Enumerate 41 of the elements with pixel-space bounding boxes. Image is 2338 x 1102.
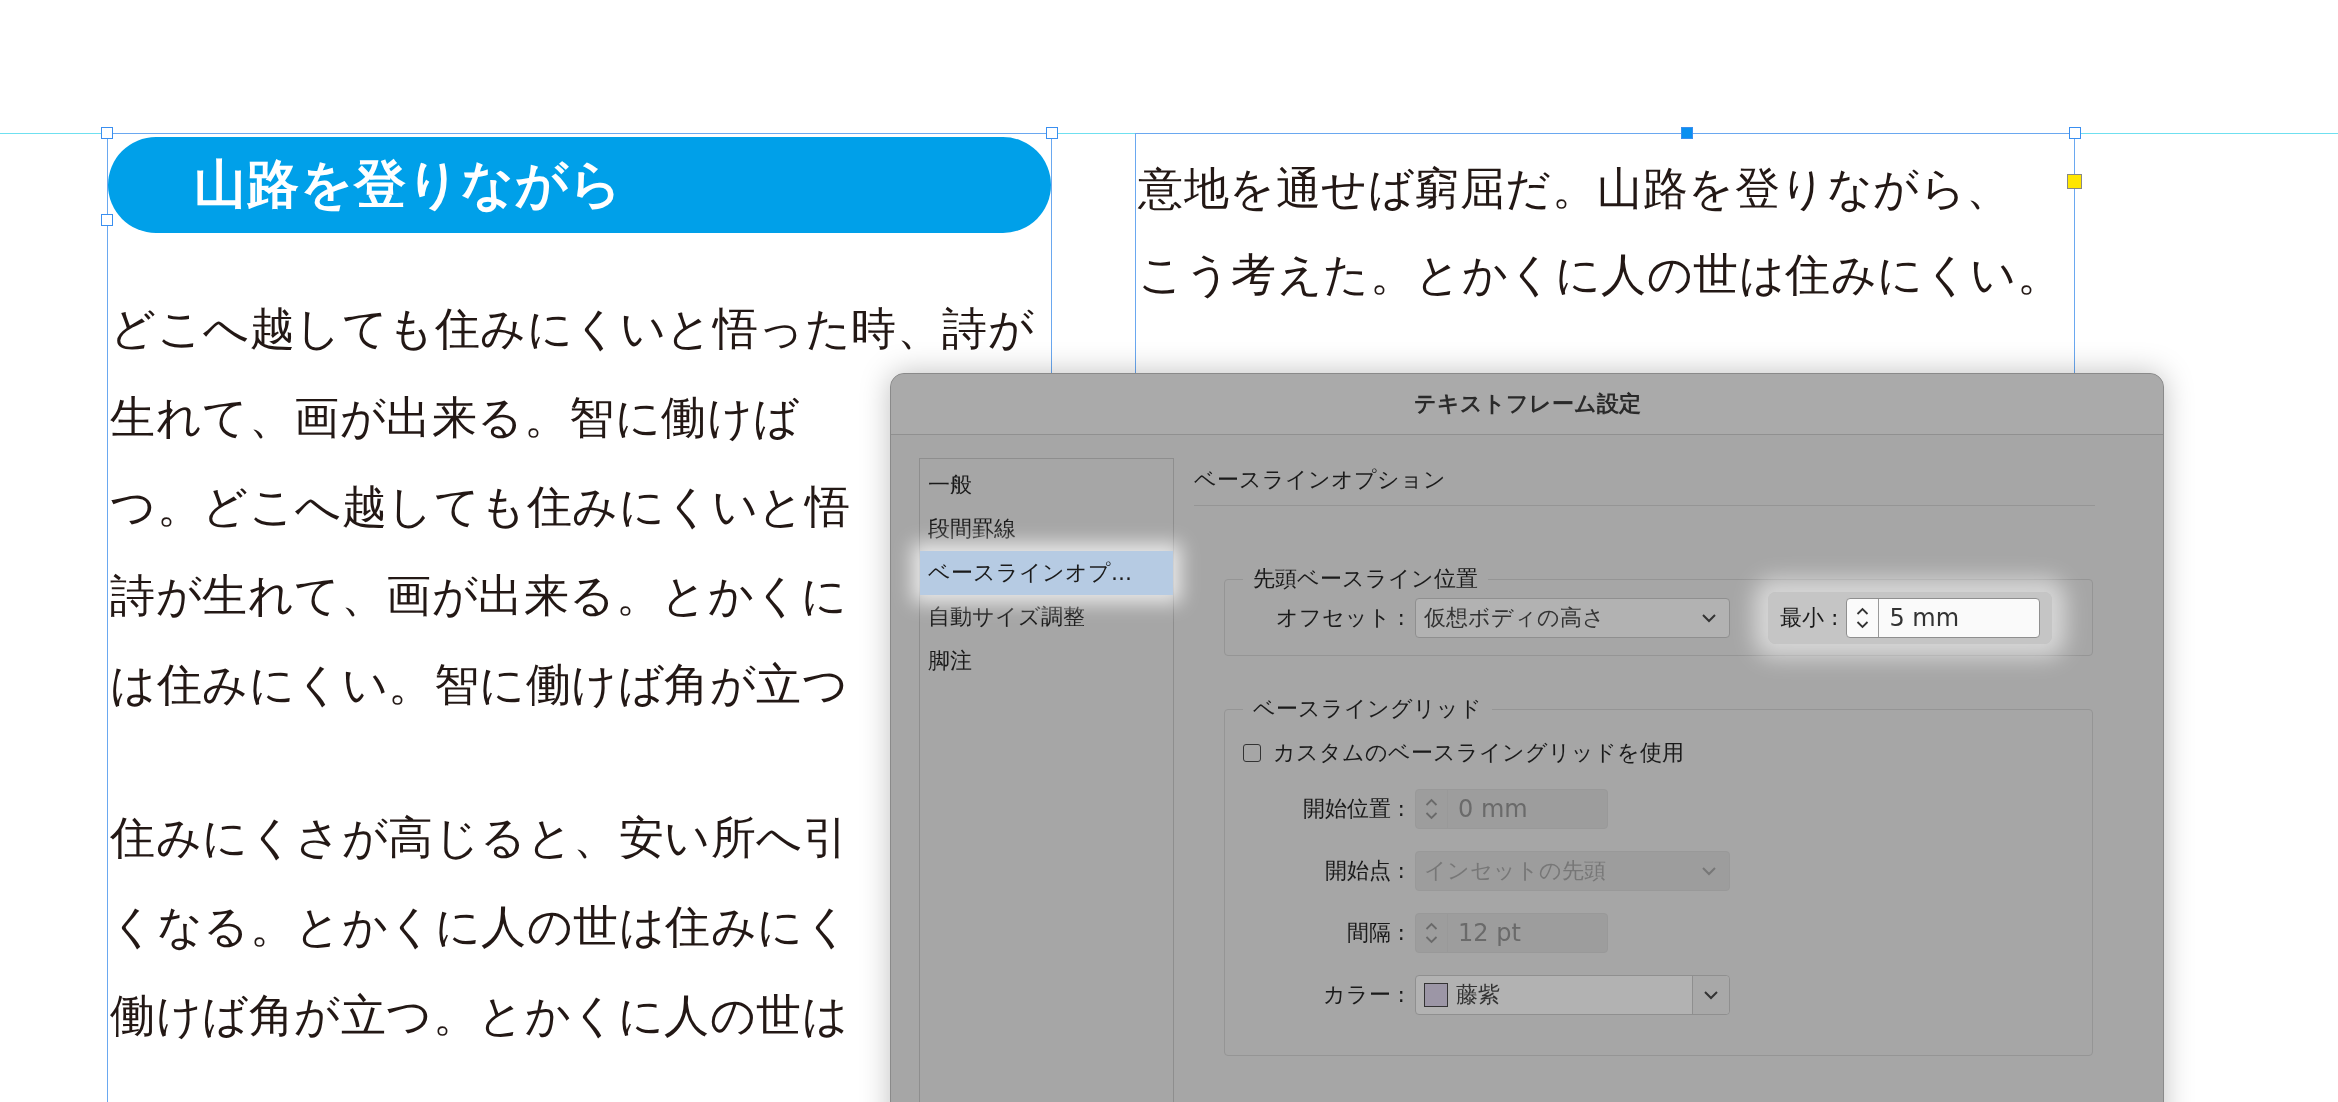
chevron-down-icon xyxy=(1701,866,1717,876)
body-text-line: 詩が生れて、画が出来る。とかくに xyxy=(109,570,847,623)
field-label: カラー : xyxy=(1321,981,1406,1009)
group-title: ベースライングリッド xyxy=(1252,695,1483,723)
body-text-line: 働けば角が立つ。とかくに人の世は xyxy=(109,990,848,1043)
field-label: 開始点 : xyxy=(1323,857,1406,885)
field-label: 間隔 : xyxy=(1345,919,1406,947)
field-label: 最小 : xyxy=(1780,604,1839,632)
body-text-line: こう考えた。とかくに人の世は住みにくい。 xyxy=(1137,249,2062,302)
checkbox-label: カスタムのベースライングリッドを使用 xyxy=(1273,739,1684,767)
body-text-line: は住みにくい。智に働けば角が立つ xyxy=(109,659,848,712)
category-item[interactable]: 脚注 xyxy=(920,639,1173,683)
chevron-down-icon xyxy=(1701,613,1717,623)
selection-handle[interactable] xyxy=(101,127,113,139)
category-item[interactable]: ベースラインオプ... xyxy=(920,551,1173,595)
body-text-line: 意地を通せば窮屈だ。山路を登りながら、 xyxy=(1137,163,2012,216)
selection-handle[interactable] xyxy=(101,214,113,226)
color-dropdown[interactable]: 藤紫 xyxy=(1415,975,1730,1015)
body-text-line: 住みにくさが高じると、安い所へ引 xyxy=(109,812,848,865)
field-label: 開始位置 : xyxy=(1301,795,1406,823)
threaded-handle[interactable] xyxy=(2067,174,2082,189)
min-input[interactable]: 5 mm xyxy=(1879,602,2032,634)
category-item[interactable]: 一般 xyxy=(920,463,1173,507)
body-text-line: つ。どこへ越しても住みにくいと悟 xyxy=(109,481,850,534)
category-item[interactable]: 段間罫線 xyxy=(920,507,1173,551)
selection-handle[interactable] xyxy=(1681,127,1693,139)
selection-handle[interactable] xyxy=(2069,127,2081,139)
chevron-down-icon xyxy=(1703,990,1719,1000)
category-item[interactable]: 自動サイズ調整 xyxy=(920,595,1173,639)
section-title: ベースラインオプション xyxy=(1194,465,2095,506)
checkbox[interactable] xyxy=(1243,744,1261,762)
dialog-title: テキストフレーム設定 xyxy=(1413,390,1641,418)
body-text-line: どこへ越しても住みにくいと悟った時、詩が xyxy=(109,303,1034,356)
group-title: 先頭ベースライン位置 xyxy=(1252,565,1479,593)
heading-text: 山路を登りながら xyxy=(194,153,623,216)
field-label: オフセット : xyxy=(1274,604,1406,632)
offset-dropdown[interactable]: 仮想ボディの高さ xyxy=(1415,598,1730,638)
body-text-line: 生れて、画が出来る。智に働けば xyxy=(109,392,800,445)
spinner-field[interactable]: 5 mm xyxy=(1846,598,2041,638)
body-text-line: くなる。とかくに人の世は住みにく xyxy=(109,901,850,954)
selection-handle[interactable] xyxy=(1046,127,1058,139)
